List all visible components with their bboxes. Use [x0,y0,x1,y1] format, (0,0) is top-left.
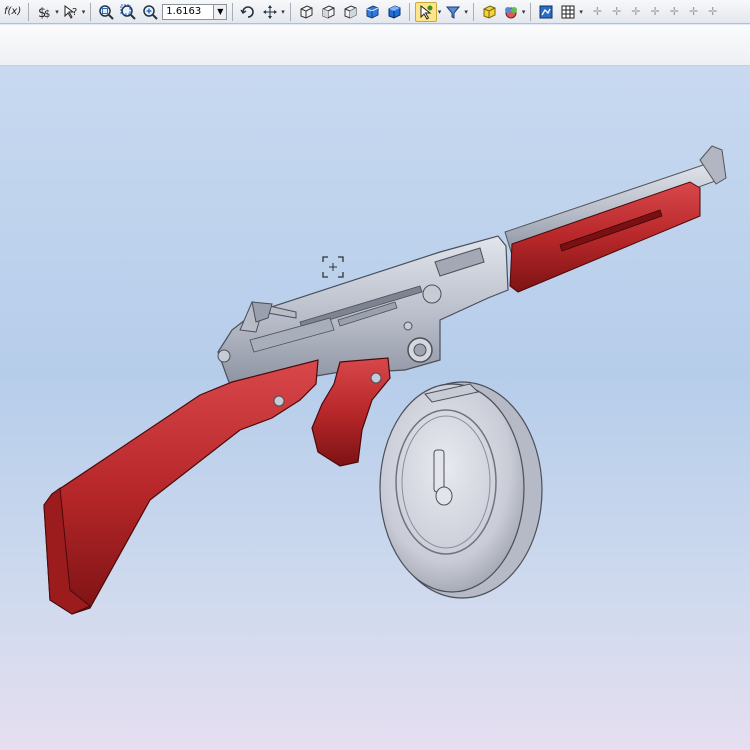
view-iso-icon [344,4,357,19]
view-front-icon [300,4,313,19]
appearance-icon [504,6,517,18]
shaded-cube-icon [366,4,379,19]
filter-icon [446,6,461,19]
render-button[interactable] [536,2,556,22]
help-icon: ? [64,4,77,19]
command-bar [0,25,750,66]
chevron-down-icon[interactable]: ▾ [464,8,468,16]
select-button[interactable] [414,1,437,22]
sketch-point-icon[interactable]: ✛ [651,5,660,18]
main-toolbar: f(x) $$ ▾ ? ▾ ▼ ▾ ▾ [0,0,750,24]
help-button[interactable]: ? [61,2,81,22]
dollar-icon: $$ [38,6,50,20]
rotate-icon [240,5,255,18]
zoom-fit-icon [99,4,114,20]
zoom-input[interactable] [162,3,215,20]
zoom-in-button[interactable] [140,2,160,22]
shaded-cube-alt-button[interactable] [384,2,404,22]
pan-icon [263,4,278,19]
svg-text:?: ? [72,7,77,18]
view-top-button[interactable] [318,2,338,22]
rotate-button[interactable] [238,2,258,22]
chevron-down-icon[interactable]: ▾ [579,8,583,16]
zoom-fit-button[interactable] [96,2,116,22]
chevron-down-icon[interactable]: ▾ [281,8,285,16]
sketch-tools-group: ✛ ✛ ✛ ✛ ✛ ✛ ✛ [593,5,718,18]
toolbar-separator [289,2,291,21]
zoom-area-icon [120,4,136,20]
part-icon [483,4,496,19]
filter-button[interactable] [443,2,463,22]
view-front-button[interactable] [296,2,316,22]
shaded-cube-button[interactable] [362,2,382,22]
stock[interactable] [43,359,319,615]
sketch-point-icon[interactable]: ✛ [689,5,698,18]
part-button[interactable] [479,2,499,22]
select-icon [420,4,433,20]
pan-button[interactable] [260,2,280,22]
dollar-button[interactable]: $ $ [34,2,54,22]
svg-text:$: $ [44,9,50,20]
view-iso-button[interactable] [340,2,360,22]
sketch-point-icon[interactable]: ✛ [612,5,621,18]
render-icon [539,5,553,18]
graphics-viewport[interactable] [0,66,750,750]
sketch-point-icon[interactable]: ✛ [708,5,717,18]
zoom-in-icon [143,4,158,20]
toolbar-separator [28,2,30,21]
formula-button[interactable]: f(x) [2,2,23,22]
crosshair-icon [322,256,344,278]
zoom-dropdown[interactable]: ▼ [213,3,228,20]
view-top-icon [322,4,335,19]
chevron-down-icon: ▼ [217,7,224,16]
toolbar-separator [90,2,92,21]
toolbar-separator [408,2,410,21]
toolbar-separator [530,2,532,21]
sketch-point-icon[interactable]: ✛ [593,5,602,18]
sketch-point-icon[interactable]: ✛ [670,5,679,18]
appearance-button[interactable] [501,2,521,22]
zoom-area-button[interactable] [118,2,138,22]
shaded-cube-alt-icon [388,4,401,19]
grid-button[interactable] [558,2,578,22]
chevron-down-icon[interactable]: ▾ [82,8,86,16]
sketch-point-icon[interactable]: ✛ [631,5,640,18]
toolbar-separator [472,2,474,21]
chevron-down-icon[interactable]: ▾ [522,8,526,16]
tommy-gun-3d-model[interactable] [0,66,750,750]
chevron-down-icon[interactable]: ▾ [438,8,442,16]
chevron-down-icon[interactable]: ▾ [55,8,59,16]
grid-icon [561,5,575,18]
formula-icon: f(x) [4,6,22,17]
toolbar-separator [232,2,234,21]
drum-magazine[interactable] [379,381,543,599]
